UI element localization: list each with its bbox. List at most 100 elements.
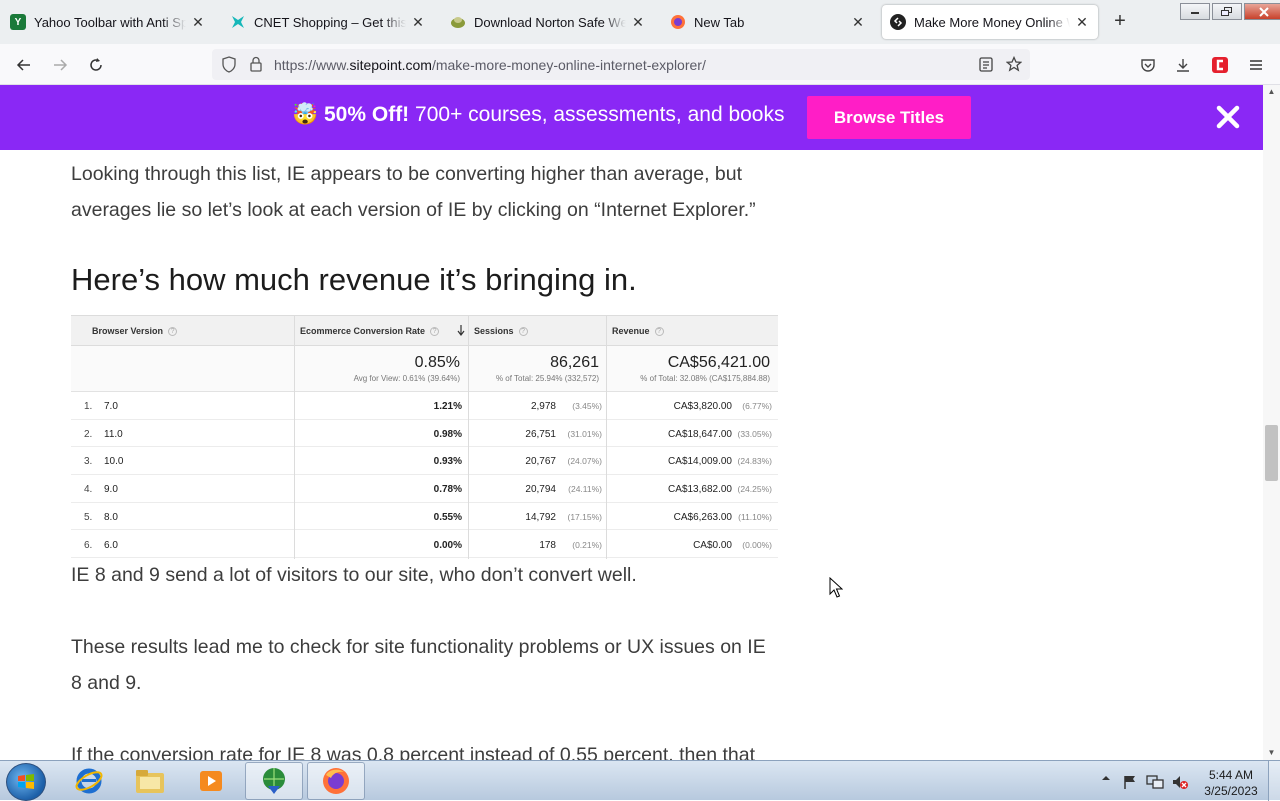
app-menu-button[interactable] xyxy=(1243,52,1269,78)
restore-button[interactable] xyxy=(1212,3,1242,20)
shield-icon[interactable] xyxy=(221,56,237,73)
bookmark-star-icon[interactable] xyxy=(1006,56,1022,72)
revenue-percent: (24.25%) xyxy=(737,484,773,495)
table-totals-row: 0.85% Avg for View: 0.61% (39.64%) 86,26… xyxy=(71,346,778,392)
revenue-percent: (0.00%) xyxy=(742,539,772,550)
tab-cnet-shopping[interactable]: CNET Shopping – Get this Extension ✕ xyxy=(222,5,434,39)
windows-logo-icon xyxy=(18,774,34,789)
row-index: 6. xyxy=(84,539,93,551)
table-row[interactable]: 2. 11.0 0.98% 26,751 (31.01%) CA$18,647.00 (33… xyxy=(71,420,778,448)
column-divider xyxy=(606,316,607,559)
firefox-favicon-icon xyxy=(670,14,686,30)
tab-title: Download Norton Safe Web Lite xyxy=(474,14,626,30)
internet-explorer-icon xyxy=(75,768,103,794)
promo-discount: 50% Off! xyxy=(324,103,410,126)
pocket-icon xyxy=(1141,59,1155,72)
tab-sitepoint-article[interactable]: Make More Money Online With ✕ xyxy=(882,5,1098,39)
clock-time: 5:44 AM xyxy=(1208,768,1254,782)
promo-close-button[interactable] xyxy=(1214,103,1242,131)
start-button[interactable] xyxy=(6,763,46,801)
revenue-value: CA$3,820.00 xyxy=(673,401,732,412)
revenue-percent: (33.05%) xyxy=(737,428,773,439)
vertical-scrollbar[interactable]: ▲ ▼ xyxy=(1263,85,1280,760)
norton-favicon-icon xyxy=(450,14,466,30)
help-icon: ? xyxy=(430,327,440,336)
promo-text: 🤯 50% Off! 700+ courses, assessments, an… xyxy=(292,103,785,127)
browser-version: 9.0 xyxy=(104,484,118,496)
row-index: 1. xyxy=(84,401,93,412)
back-button[interactable] xyxy=(11,52,37,78)
sessions-percent: (24.11%) xyxy=(568,484,602,495)
conversion-rate: 1.21% xyxy=(433,401,462,412)
url-text[interactable]: https://www.sitepoint.com/make-more-mone… xyxy=(274,57,706,73)
revenue-value: CA$14,009.00 xyxy=(668,456,732,468)
scroll-down-arrow-icon[interactable]: ▼ xyxy=(1263,746,1280,760)
header-label: Sessions xyxy=(474,326,514,336)
address-bar[interactable]: https://www.sitepoint.com/make-more-mone… xyxy=(212,49,1030,80)
taskbar-file-explorer[interactable] xyxy=(121,762,179,800)
browse-titles-button[interactable]: Browse Titles xyxy=(807,96,971,139)
scroll-up-arrow-icon[interactable]: ▲ xyxy=(1263,85,1280,99)
downloads-button[interactable] xyxy=(1170,52,1196,78)
extension-button[interactable] xyxy=(1207,52,1233,78)
total-revenue-sub: % of Total: 32.08% (CA$175,884.88) xyxy=(640,374,770,383)
taskbar-firefox[interactable] xyxy=(307,762,365,800)
taskbar-download-manager[interactable] xyxy=(245,762,303,800)
restore-icon xyxy=(1221,6,1232,16)
header-label: Browser Version xyxy=(92,326,164,336)
reader-view-icon[interactable] xyxy=(979,57,993,72)
reload-button[interactable] xyxy=(83,52,109,78)
lock-icon[interactable] xyxy=(249,56,263,72)
header-revenue[interactable]: Revenue? xyxy=(612,326,664,336)
sessions-percent: (31.01%) xyxy=(567,428,603,439)
scrollbar-thumb[interactable] xyxy=(1265,425,1278,481)
close-window-button[interactable] xyxy=(1244,3,1280,20)
system-clock[interactable]: 5:44 AM 3/25/2023 xyxy=(1196,767,1266,799)
sort-arrow-down-icon[interactable] xyxy=(457,325,465,336)
volume-muted-icon[interactable] xyxy=(1171,774,1189,793)
tab-close-icon[interactable]: ✕ xyxy=(190,14,206,31)
tab-close-icon[interactable]: ✕ xyxy=(1074,14,1090,31)
folder-icon xyxy=(136,770,164,793)
minimize-button[interactable] xyxy=(1180,3,1210,20)
tab-close-icon[interactable]: ✕ xyxy=(410,14,426,31)
tab-new-tab[interactable]: New Tab ✕ xyxy=(662,5,874,39)
sessions-percent: (24.07%) xyxy=(567,456,603,467)
table-row[interactable]: 5. 8.0 0.55% 14,792 (17.15%) CA$6,263.00 (11.1… xyxy=(71,503,778,531)
taskbar-internet-explorer[interactable] xyxy=(60,762,118,800)
show-desktop-button[interactable] xyxy=(1268,761,1280,801)
tab-yahoo-toolbar[interactable]: Y Yahoo Toolbar with Anti Spyware ✕ xyxy=(2,5,214,39)
tab-title: New Tab xyxy=(694,14,745,30)
sessions-value: 14,792 xyxy=(525,511,556,523)
url-path: /make-more-money-online-internet-explore… xyxy=(431,57,706,73)
table-row[interactable]: 1. 7.0 1.21% 2,978 (3.45%) CA$3,820.00 (6.77%) xyxy=(71,392,778,420)
pocket-button[interactable] xyxy=(1135,52,1161,78)
url-domain: sitepoint.com xyxy=(349,57,432,73)
sessions-value: 26,751 xyxy=(525,428,556,440)
tab-title: Yahoo Toolbar with Anti Spyware xyxy=(34,14,186,30)
tab-norton-safe-web[interactable]: Download Norton Safe Web Lite ✕ xyxy=(442,5,654,39)
sessions-value: 20,794 xyxy=(525,484,556,496)
network-icon[interactable] xyxy=(1146,774,1164,793)
new-tab-button[interactable]: + xyxy=(1108,10,1132,34)
action-center-flag-icon[interactable] xyxy=(1122,774,1138,793)
hamburger-menu-icon xyxy=(1250,60,1262,70)
clock-date: 3/25/2023 xyxy=(1204,784,1258,798)
revenue-value: CA$0.00 xyxy=(693,539,732,551)
table-row[interactable]: 6. 6.0 0.00% 178 (0.21%) CA$0.00 (0.00%) xyxy=(71,531,778,559)
revenue-percent: (11.10%) xyxy=(738,511,772,522)
tab-close-icon[interactable]: ✕ xyxy=(630,14,646,31)
sitepoint-favicon-icon xyxy=(890,14,906,30)
header-sessions[interactable]: Sessions? xyxy=(474,326,528,336)
show-hidden-icons-arrow-icon[interactable] xyxy=(1101,773,1111,786)
header-browser-version[interactable]: Browser Version? xyxy=(92,326,178,336)
row-index: 4. xyxy=(84,484,93,496)
table-row[interactable]: 3. 10.0 0.93% 20,767 (24.07%) CA$14,009.00 (24… xyxy=(71,447,778,476)
table-row[interactable]: 4. 9.0 0.78% 20,794 (24.11%) CA$13,682.00 (24.… xyxy=(71,475,778,503)
forward-button[interactable] xyxy=(47,52,73,78)
taskbar-media-player[interactable] xyxy=(182,762,240,800)
header-conversion-rate[interactable]: Ecommerce Conversion Rate? xyxy=(300,326,440,336)
tab-close-icon[interactable]: ✕ xyxy=(850,14,866,31)
article-paragraph: These results lead me to check for site … xyxy=(71,636,766,694)
column-divider xyxy=(294,316,295,559)
